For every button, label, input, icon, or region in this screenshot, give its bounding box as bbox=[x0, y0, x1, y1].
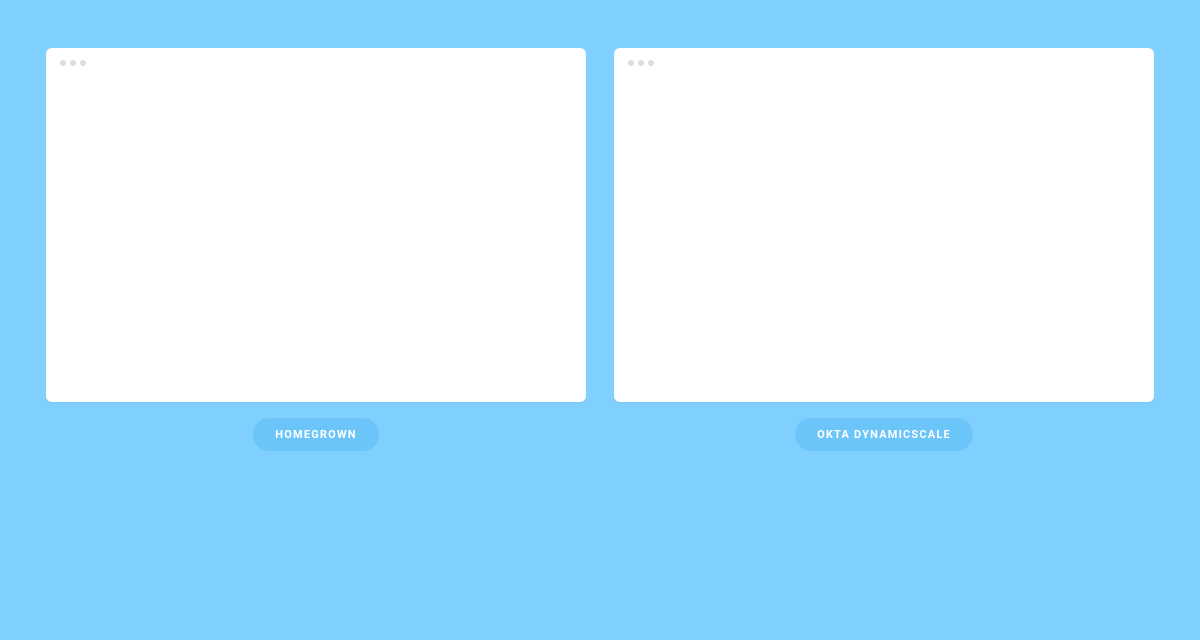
window-dot-icon bbox=[60, 60, 66, 66]
panel-homegrown: HOMEGROWN bbox=[46, 48, 586, 451]
window-dot-icon bbox=[638, 60, 644, 66]
window-controls-icon bbox=[628, 60, 654, 66]
window-dot-icon bbox=[80, 60, 86, 66]
label-okta: OKTA DYNAMICSCALE bbox=[795, 418, 973, 451]
window-dot-icon bbox=[70, 60, 76, 66]
window-dot-icon bbox=[648, 60, 654, 66]
window-dot-icon bbox=[628, 60, 634, 66]
window-homegrown bbox=[46, 48, 586, 402]
panel-okta: OKTA DYNAMICSCALE bbox=[614, 48, 1154, 451]
label-homegrown: HOMEGROWN bbox=[253, 418, 378, 451]
comparison-container: HOMEGROWN OKTA DYNAMICSCALE bbox=[0, 0, 1200, 451]
window-controls-icon bbox=[60, 60, 86, 66]
window-okta bbox=[614, 48, 1154, 402]
